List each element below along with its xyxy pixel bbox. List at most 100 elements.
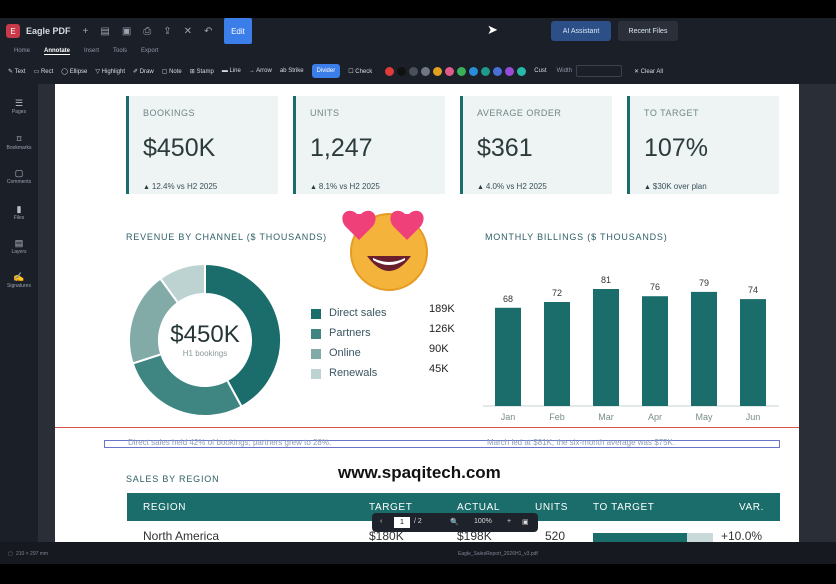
divider-annotation-line[interactable]: [55, 427, 799, 428]
kpi-delta: 12.4% vs H2 2025: [143, 182, 217, 191]
rail-comments[interactable]: ▢ Comments: [4, 168, 34, 185]
tool-text[interactable]: ✎ Text: [8, 68, 26, 75]
th-var: VAR.: [739, 502, 764, 513]
tab-tools[interactable]: Tools: [113, 48, 127, 54]
color-swatch[interactable]: [469, 66, 479, 76]
tool-divider[interactable]: Divider: [311, 64, 341, 78]
x-tick-label: Jan: [501, 412, 516, 422]
print-icon[interactable]: ⎙: [143, 26, 151, 37]
rail-layers-label: Layers: [11, 249, 27, 255]
app-window: E Eagle PDF + ▤ ▣ ⎙ ⇪ ✕ ↶ Edit ➤ AI Assi…: [0, 0, 836, 584]
legend-value: 90K: [429, 343, 449, 355]
recent-files-button[interactable]: Recent Files: [618, 21, 678, 41]
kpi-value: $450K: [143, 134, 216, 162]
watermark-text: www.spaqitech.com: [338, 463, 501, 482]
width-select[interactable]: [575, 65, 622, 77]
tool-arrow[interactable]: → Arrow: [249, 68, 272, 74]
ai-assistant-label: AI Assistant: [562, 27, 600, 35]
bar-jun: [740, 299, 766, 406]
tool-text-label: Text: [14, 68, 26, 75]
color-swatch[interactable]: [397, 66, 407, 76]
note-left: Direct sales held 42% of bookings; partn…: [128, 438, 332, 447]
custom-color-button[interactable]: Cust: [534, 68, 546, 74]
tool-rect[interactable]: ▭ Rect: [34, 68, 54, 75]
rail-files[interactable]: ▮ Files: [4, 204, 34, 221]
legend-label: Partners: [329, 327, 371, 339]
bar-may: [691, 291, 717, 406]
share-icon[interactable]: ⇪: [163, 26, 171, 37]
tab-annotate[interactable]: Annotate: [44, 48, 71, 55]
color-swatch[interactable]: [517, 66, 527, 76]
heart-eyes-emoji-icon: [342, 210, 428, 291]
fit-page-icon[interactable]: ▣: [522, 518, 529, 526]
tool-check[interactable]: ☐ Check: [348, 68, 372, 75]
tool-arrow-label: Arrow: [256, 68, 272, 74]
title-bar: E Eagle PDF + ▤ ▣ ⎙ ⇪ ✕ ↶ Edit ➤ AI Assi…: [0, 18, 836, 44]
to-target-progress-fill: [593, 533, 687, 542]
legend-value: 126K: [429, 323, 455, 335]
color-swatch[interactable]: [385, 66, 395, 76]
kpi-value: 107%: [644, 134, 708, 162]
tool-strike[interactable]: ab Strike: [280, 68, 304, 74]
bar-value-label: 72: [552, 288, 562, 298]
status-bar: ▢ 210 × 297 mm Eagle_SalesReport_2026H1_…: [0, 542, 836, 564]
ai-assistant-button[interactable]: AI Assistant: [551, 21, 611, 41]
color-swatch[interactable]: [409, 66, 419, 76]
tool-note-label: Note: [169, 68, 182, 75]
prev-page-icon[interactable]: ‹: [380, 518, 382, 525]
clear-all-button[interactable]: ✕ Clear All: [634, 68, 663, 75]
bar-mar: [593, 289, 619, 406]
color-swatch[interactable]: [481, 66, 491, 76]
zoom-level[interactable]: 100%: [474, 518, 492, 525]
mouse-cursor-icon: ➤: [487, 22, 498, 37]
page-number-input[interactable]: 1: [394, 517, 410, 528]
color-swatch[interactable]: [421, 66, 431, 76]
kpi-label: UNITS: [310, 108, 340, 118]
tool-highlight[interactable]: ▽ Highlight: [95, 68, 125, 75]
tool-check-label: Check: [355, 68, 373, 75]
custom-color-label: Cust: [534, 68, 547, 74]
td-units: 520: [545, 529, 566, 542]
rail-pages-label: Pages: [11, 109, 27, 115]
color-swatch[interactable]: [493, 66, 503, 76]
rail-layers[interactable]: ▤ Layers: [4, 238, 34, 255]
rail-files-label: Files: [13, 215, 25, 221]
layers-icon: ▤: [14, 238, 24, 248]
edit-button[interactable]: Edit: [224, 18, 252, 44]
color-palette: [382, 66, 527, 76]
bar-jan: [495, 307, 521, 406]
close-icon[interactable]: ✕: [184, 26, 192, 37]
new-icon[interactable]: +: [83, 26, 89, 37]
tool-note[interactable]: ▢ Note: [162, 68, 182, 75]
rail-bookmarks[interactable]: ⌑ Bookmarks: [4, 134, 34, 151]
color-swatch[interactable]: [457, 66, 467, 76]
save-icon[interactable]: ▣: [122, 26, 131, 37]
billing-section-title: MONTHLY BILLINGS ($ THOUSANDS): [485, 232, 668, 242]
x-tick-label: May: [695, 412, 713, 422]
bar-value-label: 74: [748, 285, 758, 295]
bookmark-icon: ⌑: [16, 134, 22, 144]
color-swatch[interactable]: [445, 66, 455, 76]
tool-ellipse[interactable]: ◯ Ellipse: [61, 68, 87, 75]
color-swatch[interactable]: [505, 66, 515, 76]
file-name: Eagle_SalesReport_2026H1_v3.pdf: [458, 551, 538, 557]
tool-line[interactable]: ▬ Line: [222, 68, 241, 74]
tool-draw[interactable]: ✐ Draw: [133, 68, 154, 75]
tool-line-label: Line: [229, 68, 241, 74]
donut-slice-partners: [131, 352, 243, 417]
zoom-out-icon[interactable]: 🔍: [450, 518, 459, 526]
bar-value-label: 79: [699, 278, 709, 288]
color-swatch[interactable]: [433, 66, 443, 76]
rail-signatures[interactable]: ✍ Signatures: [4, 272, 34, 289]
page-size: 210 × 297 mm: [16, 551, 49, 557]
legend-swatch: [311, 349, 321, 359]
open-icon[interactable]: ▤: [100, 26, 109, 37]
tab-insert[interactable]: Insert: [84, 48, 99, 54]
zoom-in-icon[interactable]: +: [507, 518, 511, 525]
undo-icon[interactable]: ↶: [204, 26, 212, 37]
tool-stamp[interactable]: ⊞ Stamp: [190, 68, 214, 75]
page-total: / 2: [414, 518, 422, 525]
rail-pages[interactable]: ☰ Pages: [4, 98, 34, 115]
tab-home[interactable]: Home: [14, 48, 30, 54]
tab-export[interactable]: Export: [141, 48, 158, 54]
